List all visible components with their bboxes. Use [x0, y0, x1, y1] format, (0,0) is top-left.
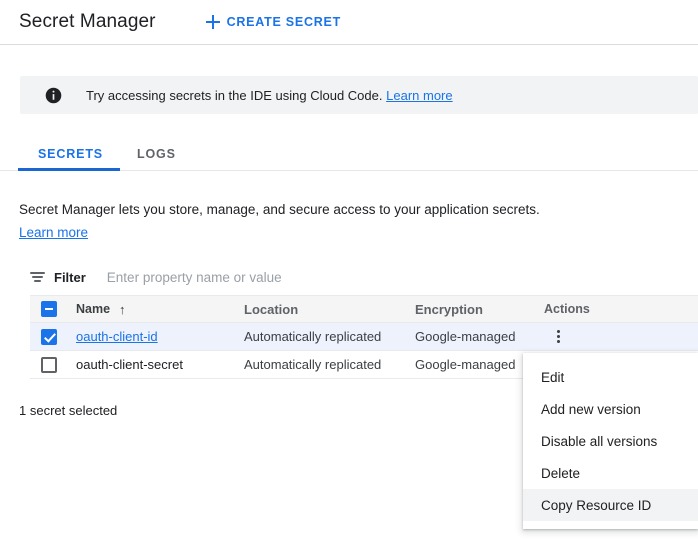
tab-logs[interactable]: LOGS [121, 137, 192, 170]
info-banner: Try accessing secrets in the IDE using C… [20, 76, 698, 114]
filter-bar: Filter [30, 259, 698, 296]
filter-label: Filter [54, 269, 86, 285]
row-checkbox-cell [30, 356, 76, 373]
more-vert-icon[interactable] [549, 328, 567, 346]
banner-learn-more-link[interactable]: Learn more [386, 88, 452, 103]
menu-item-disable-all-versions[interactable]: Disable all versions [523, 425, 698, 457]
row-actions-cell [544, 328, 698, 346]
page-description: Secret Manager lets you store, manage, a… [19, 199, 659, 243]
info-icon [45, 87, 62, 103]
row-name-cell: oauth-client-id [76, 329, 244, 344]
banner-text: Try accessing secrets in the IDE using C… [86, 88, 453, 103]
column-header-name[interactable]: Name ↑ [76, 302, 244, 316]
sort-ascending-icon: ↑ [119, 301, 126, 317]
active-tab-indicator [18, 168, 120, 171]
row-context-menu: Edit Add new version Disable all version… [523, 353, 698, 529]
row-checkbox[interactable] [41, 356, 57, 373]
select-all-checkbox[interactable] [41, 301, 57, 317]
column-header-encryption[interactable]: Encryption [415, 302, 544, 317]
row-checkbox-cell [30, 328, 76, 345]
page-title: Secret Manager [19, 11, 156, 32]
menu-item-copy-resource-id[interactable]: Copy Resource ID [523, 489, 698, 521]
secret-name-link[interactable]: oauth-client-id [76, 329, 158, 344]
description-text: Secret Manager lets you store, manage, a… [19, 202, 540, 217]
page-header: Secret Manager CREATE SECRET [0, 0, 698, 45]
create-secret-label: CREATE SECRET [226, 15, 341, 29]
secret-name-text[interactable]: oauth-client-secret [76, 357, 183, 372]
row-location-cell: Automatically replicated [244, 357, 382, 372]
plus-icon [205, 15, 220, 29]
column-header-actions: Actions [544, 302, 590, 316]
column-header-location[interactable]: Location [244, 302, 415, 317]
tab-secrets[interactable]: SECRETS [18, 137, 121, 170]
header-checkbox-cell [30, 301, 76, 317]
selection-status: 1 secret selected [19, 403, 118, 418]
row-checkbox[interactable] [41, 328, 57, 345]
menu-item-edit[interactable]: Edit [523, 361, 698, 393]
create-secret-button[interactable]: CREATE SECRET [202, 9, 345, 35]
row-encryption-cell: Google-managed [415, 329, 516, 344]
table-header-row: Name ↑ Location Encryption Actions [30, 296, 698, 323]
banner-message: Try accessing secrets in the IDE using C… [86, 87, 383, 103]
tab-bar: SECRETS LOGS [0, 137, 698, 171]
filter-input[interactable] [104, 268, 698, 286]
filter-icon[interactable] [30, 270, 45, 284]
menu-item-delete[interactable]: Delete [523, 457, 698, 489]
row-name-cell: oauth-client-secret [76, 357, 244, 372]
description-learn-more-link[interactable]: Learn more [19, 222, 88, 243]
column-header-name-label: Name [76, 302, 111, 316]
menu-item-add-new-version[interactable]: Add new version [523, 393, 698, 425]
row-location-cell: Automatically replicated [244, 329, 382, 344]
table-row[interactable]: oauth-client-id Automatically replicated… [30, 323, 698, 351]
